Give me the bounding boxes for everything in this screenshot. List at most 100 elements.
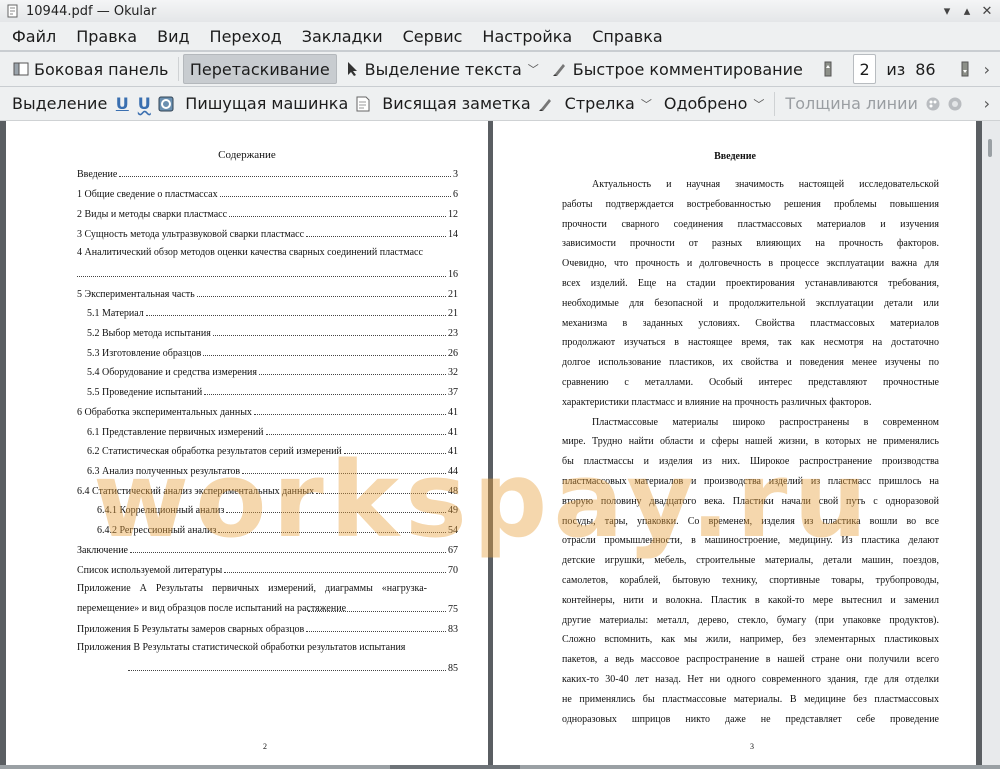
toc-row-continuation[interactable]: 75 [308,601,458,615]
toc-row[interactable]: 6.4.1 Корреляционный анализ 49 [97,502,458,516]
toc-row[interactable]: 3 Сущность метода ультразвуковой сварки … [77,226,458,240]
menu-view[interactable]: Вид [149,27,197,46]
toc-row-continuation[interactable]: 85 [128,660,458,674]
arrow-label: Стрелка [564,94,635,113]
menu-tools[interactable]: Сервис [395,27,471,46]
toc-row[interactable]: 6.4 Статистический анализ эксперименталь… [77,483,458,497]
text-line: зависимости прочности от разных влияющих… [562,238,939,250]
text-line: детские игрушки, мебель, строительные ма… [562,555,939,567]
text-line: характеристики пластмасс и влияние на пр… [562,396,872,408]
previous-page-button[interactable] [813,55,847,83]
page-number-input[interactable]: 2 [852,54,877,84]
horizontal-scrollbar[interactable] [0,765,1000,769]
pen-arrow-icon[interactable] [537,95,555,113]
chevron-down-icon[interactable]: ﹀ [641,96,652,112]
text-line: мире. Трудно найти области и сферы нашей… [562,436,939,448]
text-line: необходимые для безопасной и продолжител… [562,297,939,309]
chevron-down-icon[interactable]: ﹀ [528,61,539,77]
squiggle-underline-icon[interactable]: U [135,94,153,113]
page-number: 3 [750,742,754,751]
text-select-button[interactable]: Выделение текста ﹀ [337,55,545,83]
text-line: Очевидно, что прочность и долговечность … [562,258,939,270]
text-line: другие материалы: металл, дерево, стекло… [562,614,939,626]
opacity-icon[interactable] [946,95,964,113]
toc-row[interactable]: 4 Аналитический обзор методов оценки кач… [77,243,458,263]
page-number: 2 [263,742,267,751]
typewriter-button[interactable]: Пишущая машинка [179,90,354,118]
toc-row[interactable]: 1 Общие сведение о пластмассах 6 [77,186,458,200]
menu-bookmarks[interactable]: Закладки [294,27,391,46]
close-icon[interactable]: ✕ [978,3,996,19]
toc-row[interactable]: Приложения В Результаты статистической о… [77,638,427,658]
toolbar-separator [774,91,776,116]
toc-row[interactable]: 5.4 Оборудование и средства измерения 32 [87,364,458,378]
chevron-down-icon[interactable]: ﹀ [753,96,764,112]
menu-go[interactable]: Переход [202,27,290,46]
text-line: работы подтверждается востребованностью … [562,198,939,210]
menu-edit[interactable]: Правка [68,27,145,46]
toc-row[interactable]: Приложения Б Результаты замеров сварных … [77,621,458,635]
vertical-scrollbar[interactable] [982,121,1000,765]
toc-row[interactable]: Введение 3 [77,166,458,180]
toc-row[interactable]: 6 Обработка экспериментальных данных 41 [77,404,458,418]
approved-stamp-button[interactable]: Одобрено ﹀ [658,90,771,118]
toc-row[interactable]: 5.3 Изготовление образцов 26 [87,345,458,359]
select-annotation-button[interactable]: Выделение [6,90,113,118]
pdf-page-2: Содержание Введение 3 1 Общие сведение о … [8,121,486,765]
arrow-button[interactable]: Стрелка ﹀ [559,90,658,118]
toc-row[interactable]: 5 Экспериментальная часть 21 [77,286,458,300]
quick-annotations-button[interactable]: Быстрое комментирование [545,55,809,83]
select-annotation-label: Выделение [12,94,108,113]
toc-row[interactable]: Заключение 67 [77,542,458,556]
toc-row[interactable]: 6.4.2 Регрессионный анализ 54 [97,522,458,536]
scrollbar-thumb[interactable] [390,765,520,769]
text-line: самолетов, кораблей, бытовую технику, сп… [562,575,939,586]
toolbar-overflow-icon[interactable]: › [984,60,990,79]
stamp-icon[interactable] [157,95,175,113]
text-select-label: Выделение текста [364,59,522,79]
document-viewport[interactable]: Содержание Введение 3 1 Общие сведение о … [0,121,1000,765]
text-line: не применялись бы пластмассовые материал… [562,693,939,705]
next-page-icon [956,60,974,78]
drag-mode-button[interactable]: Перетаскивание [182,54,337,84]
next-page-button[interactable] [950,55,984,83]
section-title: Введение [714,151,756,162]
note-icon[interactable] [354,95,372,113]
approved-stamp-label: Одобрено [663,94,748,113]
menu-file[interactable]: Файл [4,27,64,46]
toc-row[interactable]: 6.2 Статистическая обработка результатов… [87,443,458,457]
toc-row[interactable]: 5.5 Проведение испытаний 37 [87,384,458,398]
toc-row[interactable]: Список используемой литературы 70 [77,562,458,576]
page-of-label: из [886,59,906,79]
window-title: 10944.pdf — Okular [26,3,157,19]
toc-row-continuation[interactable]: 16 [77,266,458,280]
cursor-icon [343,60,361,78]
menu-settings[interactable]: Настройка [474,27,580,46]
text-line: одноразовых шприцов никто даже не предст… [562,713,939,725]
pen-icon [551,60,569,78]
text-line: долгое использование пластиков, их свойс… [562,357,939,369]
toc-row[interactable]: 6.1 Представление первичных измерений 41 [87,424,458,438]
toc-row[interactable]: 5.1 Материал 21 [87,305,458,319]
toc-row[interactable]: 2 Виды и методы сварки пластмасс 12 [77,206,458,220]
text-line: контейнеры, нити и волокна. Пластик в ка… [562,594,939,606]
line-width-button[interactable]: Толщина линии [779,90,924,118]
viewport-background [0,121,6,765]
maximize-icon[interactable]: ▴ [958,3,976,19]
text-line: каких-то 30-40 лет назад. Нет ни одного … [562,674,939,685]
minimize-icon[interactable]: ▾ [938,3,956,19]
color-picker-icon[interactable] [924,95,942,113]
text-line: пластмассовых материалов и производства … [562,476,939,487]
sidebar-button[interactable]: Боковая панель [6,55,174,83]
toc-row[interactable]: 6.3 Анализ полученных результатов 44 [87,463,458,477]
underline-icon[interactable]: U [113,94,131,113]
text-line: пакетов, а ведь массовое распространение… [562,654,939,666]
typewriter-label: Пишущая машинка [185,94,349,113]
text-line: механизма в заданных условиях. Свойства … [562,317,939,329]
pop-up-note-button[interactable]: Висящая заметка [376,90,536,118]
toolbar-overflow-icon[interactable]: › [984,94,990,113]
scrollbar-thumb[interactable] [988,139,992,157]
toc-title: Содержание [218,149,276,161]
toc-row[interactable]: 5.2 Выбор метода испытания 23 [87,325,458,339]
menu-help[interactable]: Справка [584,27,671,46]
